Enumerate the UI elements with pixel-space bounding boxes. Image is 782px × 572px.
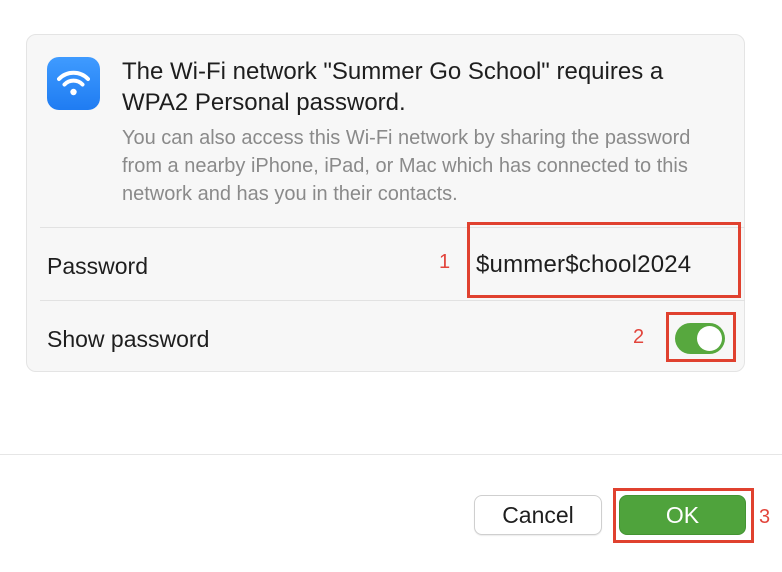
footer-divider xyxy=(0,454,782,455)
annotation-box-ok xyxy=(613,488,754,543)
show-password-label: Show password xyxy=(47,326,210,352)
password-label: Password xyxy=(47,253,148,279)
annotation-marker-3: 3 xyxy=(759,506,771,528)
annotation-marker-1: 1 xyxy=(439,251,451,273)
dialog-description: You can also access this Wi-Fi network b… xyxy=(122,127,691,205)
wifi-icon xyxy=(47,57,100,110)
annotation-box-password xyxy=(467,222,741,298)
dialog-title: The Wi-Fi network "Summer Go School" req… xyxy=(122,58,664,116)
divider xyxy=(40,300,745,301)
cancel-button[interactable]: Cancel xyxy=(474,495,602,535)
annotation-marker-2: 2 xyxy=(633,326,645,348)
annotation-box-toggle xyxy=(666,312,736,362)
